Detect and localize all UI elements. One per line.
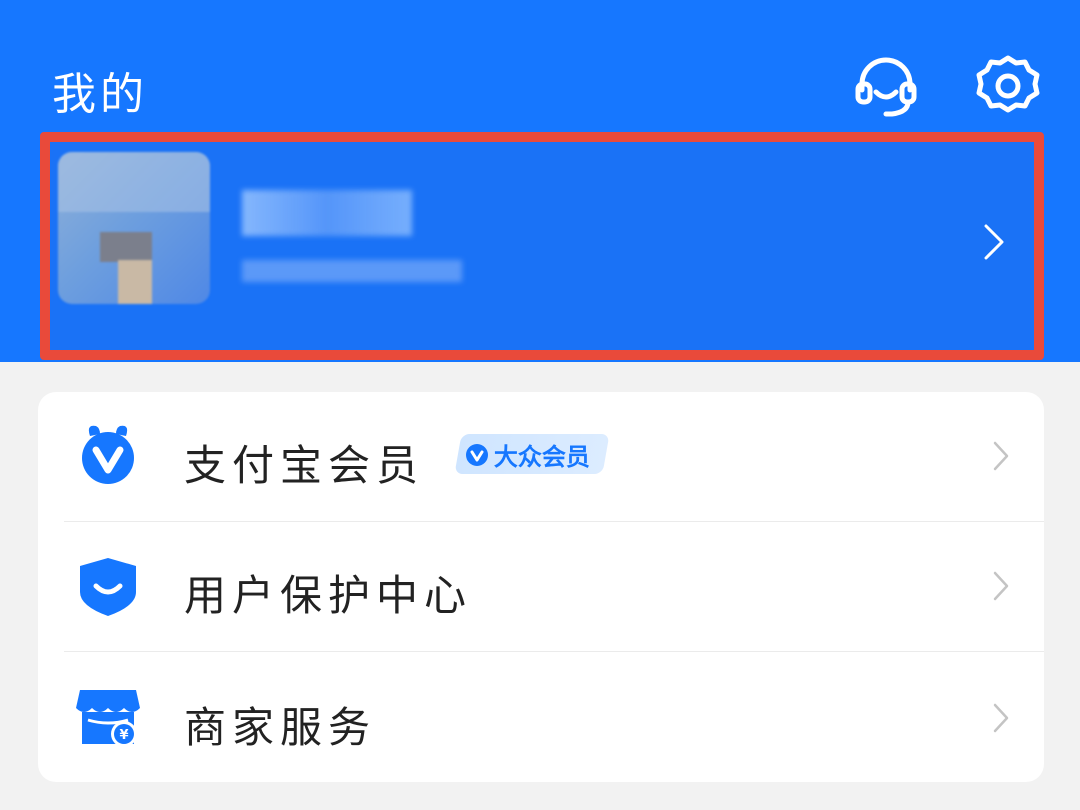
avatar[interactable] bbox=[58, 152, 210, 304]
customer-service-icon[interactable] bbox=[852, 52, 920, 120]
menu-item-label: 用户保护中心 bbox=[184, 571, 473, 620]
badge-v-icon bbox=[464, 441, 490, 467]
chevron-right-icon bbox=[992, 440, 1010, 472]
page-title: 我的 bbox=[52, 69, 148, 120]
chevron-right-icon bbox=[992, 570, 1010, 602]
svg-text:¥: ¥ bbox=[119, 728, 128, 743]
menu-item-label: 商家服务 bbox=[184, 703, 377, 752]
chevron-right-icon bbox=[982, 222, 1006, 262]
menu-item-member[interactable]: 支付宝会员 大众会员 bbox=[38, 392, 1044, 522]
badge-text: 大众会员 bbox=[494, 442, 590, 471]
shield-icon bbox=[76, 554, 140, 618]
menu-item-label: 支付宝会员 bbox=[184, 441, 425, 490]
menu-card: 支付宝会员 大众会员 用户保护中心 ¥ 商家服务 bbox=[38, 392, 1044, 782]
chevron-right-icon bbox=[992, 702, 1010, 734]
profile-card[interactable] bbox=[40, 132, 1044, 360]
profile-account-redacted bbox=[242, 260, 462, 282]
store-icon: ¥ bbox=[76, 684, 140, 748]
member-icon bbox=[76, 422, 140, 486]
menu-item-user-protection[interactable]: 用户保护中心 bbox=[38, 522, 1044, 652]
menu-item-merchant-service[interactable]: ¥ 商家服务 bbox=[38, 652, 1044, 782]
profile-name-redacted bbox=[242, 190, 412, 236]
member-badge: 大众会员 bbox=[454, 434, 610, 474]
gear-icon[interactable] bbox=[974, 52, 1042, 120]
